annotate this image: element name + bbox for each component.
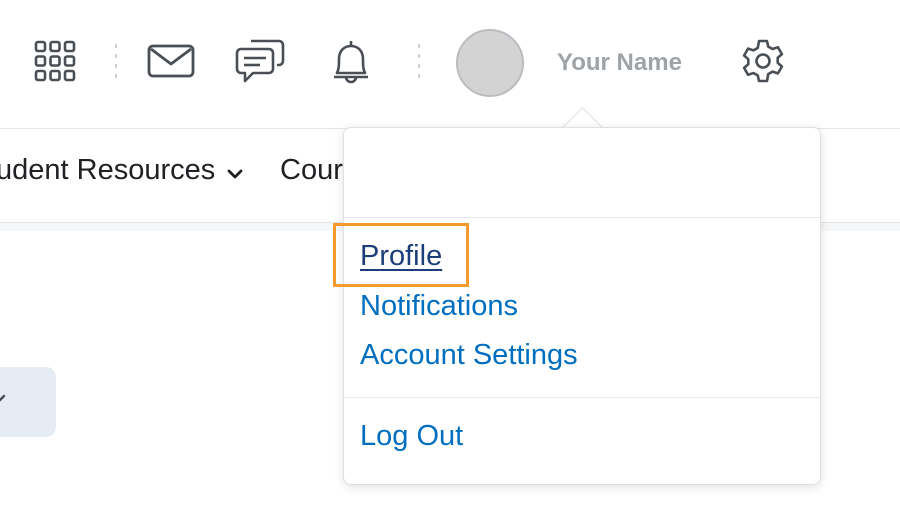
mail-icon	[147, 44, 195, 78]
menu-item-notifications[interactable]: Notifications	[360, 290, 518, 323]
nav-item-label: udent Resources	[0, 154, 216, 186]
menu-divider	[344, 217, 820, 218]
chat-icon	[235, 39, 285, 83]
menu-item-account-settings[interactable]: Account Settings	[360, 339, 578, 372]
menu-item-profile[interactable]: Profile	[360, 240, 442, 273]
topbar-separator	[114, 44, 118, 82]
chevron-down-icon	[227, 155, 243, 188]
menu-item-log-out[interactable]: Log Out	[360, 420, 463, 453]
mail-button[interactable]	[146, 42, 196, 80]
gear-icon	[742, 39, 784, 83]
user-avatar[interactable]	[456, 29, 524, 97]
nav-courses[interactable]: Cour	[280, 154, 343, 187]
collapsed-widget-button[interactable]	[0, 367, 56, 437]
chevron-down-icon	[0, 394, 6, 402]
apps-grid-icon	[34, 40, 76, 82]
nav-student-resources[interactable]: udent Resources	[0, 154, 243, 188]
bell-icon	[334, 41, 368, 84]
topbar-separator	[417, 44, 421, 82]
user-menu-dropdown: Profile Notifications Account Settings L…	[333, 127, 821, 485]
settings-button[interactable]	[736, 36, 790, 86]
notifications-button[interactable]	[326, 36, 376, 86]
menu-divider	[344, 397, 820, 398]
apps-grid-button[interactable]	[30, 38, 80, 84]
user-name[interactable]: Your Name	[557, 49, 682, 77]
nav-item-label: Cour	[280, 154, 343, 186]
chat-button[interactable]	[234, 36, 286, 86]
